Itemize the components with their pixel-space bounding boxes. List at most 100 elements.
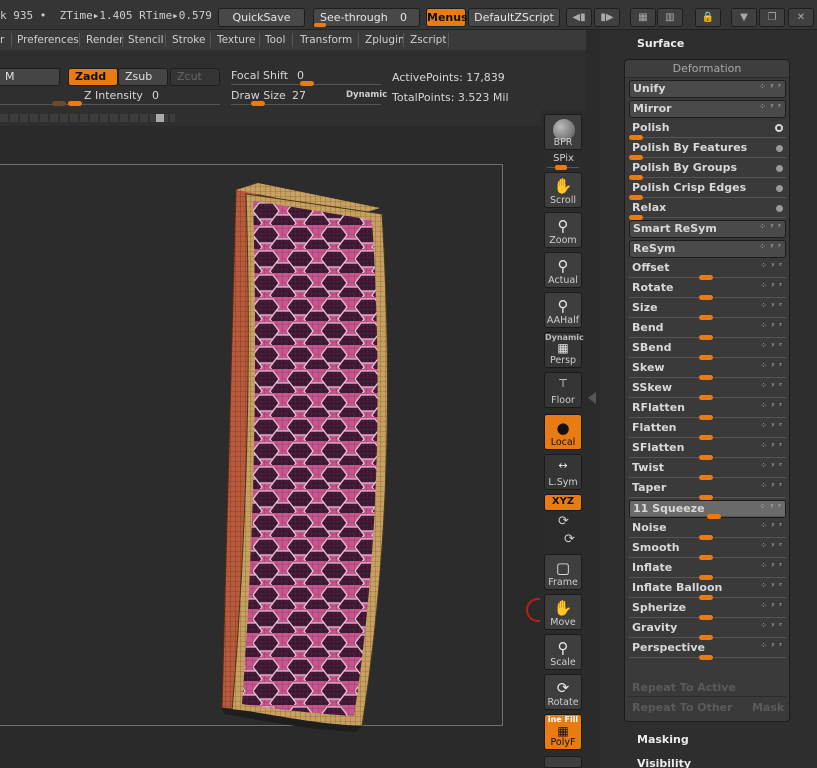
mask-button[interactable]: Mask [752, 701, 784, 714]
dot-toggle-icon[interactable] [776, 145, 783, 152]
slider-track[interactable] [629, 217, 786, 218]
axis-toggle-icon[interactable]: ⁘ ʸ ᶻ [759, 82, 782, 91]
deform-row-noise[interactable]: Noise ⁘ ʸ ᶻ [629, 520, 786, 540]
zoom-button[interactable]: ⚲ Zoom [544, 212, 582, 248]
zadd-button[interactable]: Zadd [68, 68, 118, 86]
transp-button[interactable] [544, 756, 582, 768]
deform-row-rotate[interactable]: Rotate ⁘ ʸ ᶻ [629, 280, 786, 300]
dot-toggle-icon[interactable] [776, 205, 783, 212]
deform-row-skew[interactable]: Skew ⁘ ʸ ᶻ [629, 360, 786, 380]
deform-row-smart-resym[interactable]: Smart ReSym ⁘ ʸ ᶻ [629, 220, 786, 238]
frame-button[interactable]: ▢ Frame [544, 554, 582, 590]
menu-item-tool[interactable]: Tool [265, 30, 285, 50]
repeat-to-active-button[interactable]: Repeat To Active [632, 681, 736, 694]
sculpt-mesh[interactable] [0, 126, 541, 768]
visibility-section[interactable]: Visibility [637, 757, 691, 768]
masking-section[interactable]: Masking [637, 733, 689, 746]
polyf-button[interactable]: ine Fill ▦ PolyF [544, 714, 582, 750]
zcut-button[interactable]: Zcut [170, 68, 220, 86]
deform-row-bend[interactable]: Bend ⁘ ʸ ᶻ [629, 320, 786, 340]
ring-toggle-icon[interactable] [775, 124, 783, 132]
axis-toggle-icon[interactable]: ⁘ ʸ ᶻ [760, 261, 783, 270]
scale-button[interactable]: ⚲ Scale [544, 634, 582, 670]
spix-knob[interactable] [555, 165, 567, 170]
layout-swap-icon[interactable]: ▥ [657, 8, 683, 27]
dot-toggle-icon[interactable] [776, 165, 783, 172]
menu-item-preferences[interactable]: Preferences [17, 30, 79, 50]
axis-toggle-icon[interactable]: ⁘ ʸ ᶻ [759, 102, 782, 111]
dynamic-toggle[interactable]: Dynamic [346, 90, 387, 100]
axis-toggle-icon[interactable]: ⁘ ʸ ᶻ [759, 222, 782, 231]
menus-button[interactable]: Menus [426, 8, 468, 27]
axis-toggle-icon[interactable]: ⁘ ʸ ᶻ [760, 561, 783, 570]
scroll-left-icon[interactable]: ◀▮ [566, 8, 592, 27]
deform-row-gravity[interactable]: Gravity ⁘ ʸ ᶻ [629, 620, 786, 640]
aahalf-button[interactable]: ⚲ AAHalf [544, 292, 582, 328]
slider-track[interactable] [629, 137, 786, 138]
deform-row-sskew[interactable]: SSkew ⁘ ʸ ᶻ [629, 380, 786, 400]
persp-button[interactable]: Dynamic ▦ Persp [544, 332, 584, 368]
axis-toggle-icon[interactable]: ⁘ ʸ ᶻ [760, 481, 783, 490]
deform-row-inflate[interactable]: Inflate ⁘ ʸ ᶻ [629, 560, 786, 580]
local-button[interactable]: ● Local [544, 414, 582, 450]
slider-track[interactable] [629, 177, 786, 178]
axis-toggle-icon[interactable]: ⁘ ʸ ᶻ [760, 421, 783, 430]
ruler-marker[interactable] [156, 114, 164, 122]
z-intensity-track[interactable] [0, 104, 220, 105]
m-button[interactable]: M [0, 68, 60, 86]
deformation-header[interactable]: Deformation [625, 60, 789, 78]
deform-row-unify[interactable]: Unify ⁘ ʸ ᶻ [629, 80, 786, 98]
deform-row-spherize[interactable]: Spherize ⁘ ʸ ᶻ [629, 600, 786, 620]
deform-row-sflatten[interactable]: SFlatten ⁘ ʸ ᶻ [629, 440, 786, 460]
deform-row-rflatten[interactable]: RFlatten ⁘ ʸ ᶻ [629, 400, 786, 420]
actual-button[interactable]: ⚲ Actual [544, 252, 582, 288]
menu-item-texture[interactable]: Texture [217, 30, 255, 50]
axis-toggle-icon[interactable]: ⁘ ʸ ᶻ [760, 601, 783, 610]
axis-toggle-icon[interactable]: ⁘ ʸ ᶻ [760, 281, 783, 290]
draw-size-knob[interactable] [251, 101, 265, 106]
deform-row-inflate-balloon[interactable]: Inflate Balloon ⁘ ʸ ᶻ [629, 580, 786, 600]
repeat-to-other-button[interactable]: Repeat To Other [632, 701, 733, 714]
axis-toggle-icon[interactable]: ⁘ ʸ ᶻ [760, 401, 783, 410]
deform-row-resym[interactable]: ReSym ⁘ ʸ ᶻ [629, 240, 786, 258]
deform-row-twist[interactable]: Twist ⁘ ʸ ᶻ [629, 460, 786, 480]
bpr-button[interactable]: BPR [544, 114, 582, 150]
axis-toggle-icon[interactable]: ⁘ ʸ ᶻ [759, 242, 782, 251]
axis-toggle-icon[interactable]: ⁘ ʸ ᶻ [759, 502, 782, 511]
axis-toggle-icon[interactable]: ⁘ ʸ ᶻ [760, 641, 783, 650]
deform-row-smooth[interactable]: Smooth ⁘ ʸ ᶻ [629, 540, 786, 560]
axis-toggle-icon[interactable]: ⁘ ʸ ᶻ [760, 381, 783, 390]
lsym-button[interactable]: ↔ L.Sym [544, 454, 582, 490]
see-through-slider[interactable]: See-through 0 [313, 8, 420, 27]
deform-row-size[interactable]: Size ⁘ ʸ ᶻ [629, 300, 786, 320]
axis-toggle-icon[interactable]: ⁘ ʸ ᶻ [760, 461, 783, 470]
scroll-button[interactable]: ✋ Scroll [544, 172, 582, 208]
deform-row-polish-by-features[interactable]: Polish By Features [629, 140, 786, 160]
canvas-viewport[interactable] [0, 126, 541, 768]
axis-toggle-icon[interactable]: ⁘ ʸ ᶻ [760, 541, 783, 550]
menu-item-zscript[interactable]: Zscript [410, 30, 446, 50]
menu-item-zplugin[interactable]: Zplugin [365, 30, 405, 50]
restore-icon[interactable]: ❐ [759, 8, 785, 27]
deform-row-polish-crisp-edges[interactable]: Polish Crisp Edges [629, 180, 786, 200]
slider-track[interactable] [629, 197, 786, 198]
menu-item-render[interactable]: Render [86, 30, 123, 50]
slider-knob[interactable] [707, 514, 721, 519]
quicksave-button[interactable]: QuickSave [218, 8, 305, 27]
deform-row-flatten[interactable]: Flatten ⁘ ʸ ᶻ [629, 420, 786, 440]
deform-row-sbend[interactable]: SBend ⁘ ʸ ᶻ [629, 340, 786, 360]
minimize-icon[interactable]: ▼ [731, 8, 757, 27]
axis-toggle-icon[interactable]: ⁘ ʸ ᶻ [760, 341, 783, 350]
axis-toggle-icon[interactable]: ⁘ ʸ ᶻ [760, 321, 783, 330]
move-button[interactable]: ✋ Move [544, 594, 582, 630]
axis-toggle-icon[interactable]: ⁘ ʸ ᶻ [760, 621, 783, 630]
lock-icon[interactable]: 🔒 [695, 8, 721, 27]
zsub-button[interactable]: Zsub [118, 68, 168, 86]
layout-icon[interactable]: ▦ [630, 8, 656, 27]
deform-row-polish[interactable]: Polish [629, 120, 786, 140]
panel-divider[interactable] [586, 30, 600, 768]
surface-section[interactable]: Surface [637, 37, 684, 50]
z-intensity-knob[interactable] [68, 101, 82, 106]
axis-toggle-icon[interactable]: ⁘ ʸ ᶻ [760, 521, 783, 530]
axis-toggle-icon[interactable]: ⁘ ʸ ᶻ [760, 301, 783, 310]
